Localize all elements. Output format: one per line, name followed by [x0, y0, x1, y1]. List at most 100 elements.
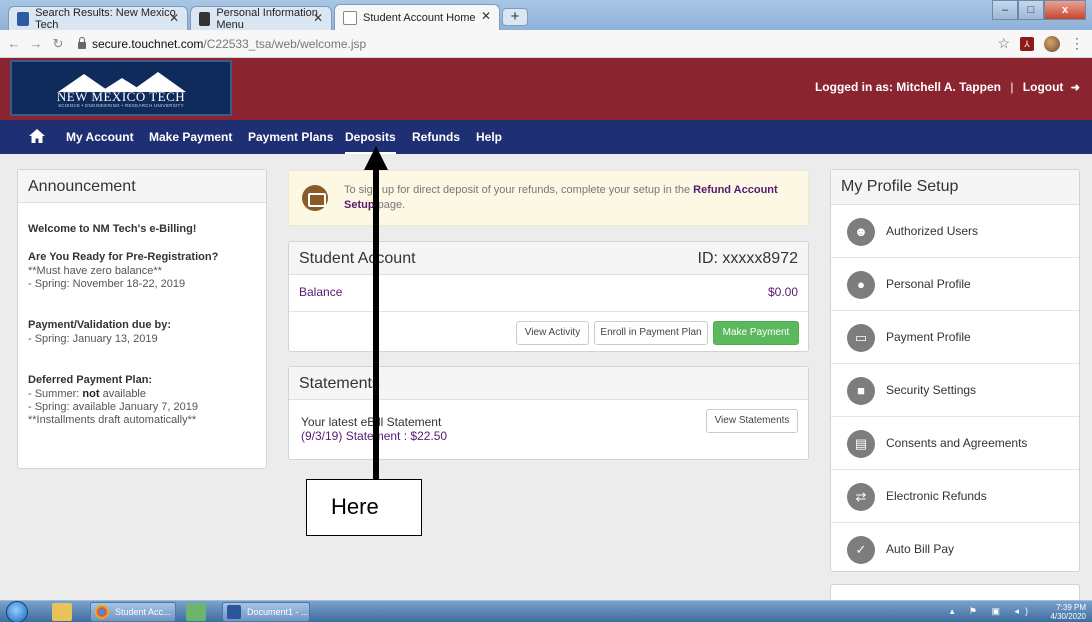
view-activity-button[interactable]: View Activity: [516, 321, 589, 345]
touchnet-favicon-icon: [343, 10, 357, 25]
nav-payment-plans[interactable]: Payment Plans: [248, 130, 333, 144]
lock-icon: ■: [847, 377, 875, 405]
close-tab-icon[interactable]: ✕: [313, 11, 323, 25]
announcement-title: Announcement: [18, 170, 266, 203]
new-tab-button[interactable]: +: [502, 8, 528, 26]
deferred-text: - Summer:: [28, 388, 83, 400]
system-clock[interactable]: 7:39 PM 4/30/2020: [1050, 603, 1086, 621]
deferred-line: - Spring: available January 7, 2019: [28, 401, 198, 413]
prereg-line: - Spring: November 18-22, 2019: [28, 278, 186, 290]
pdf-extension-icon[interactable]: ⅄: [1020, 36, 1034, 51]
main-navigation: My Account Make Payment Payment Plans De…: [0, 120, 1092, 154]
view-statements-button[interactable]: View Statements: [706, 409, 798, 433]
latest-statement-label: Your latest eBill Statement: [301, 415, 442, 429]
minimize-button[interactable]: –: [992, 0, 1018, 20]
site-header: NEW MEXICO TECH SCIENCE • ENGINEERING • …: [0, 58, 1092, 120]
student-account-panel: Student Account ID: xxxxx8972 Balance $0…: [288, 241, 809, 352]
deferred-text: available: [99, 388, 146, 400]
logout-icon[interactable]: ➜: [1071, 81, 1080, 94]
home-icon[interactable]: [29, 129, 45, 143]
deferred-heading: Deferred Payment Plan:: [28, 374, 153, 386]
network-app-icon[interactable]: [186, 603, 206, 621]
system-tray-icons[interactable]: ▴ ⚑ ▣ ◂): [950, 606, 1034, 617]
close-tab-icon[interactable]: ✕: [169, 11, 179, 25]
announcement-body: Welcome to NM Tech's e-Billing! Are You …: [18, 203, 266, 435]
lock-icon[interactable]: [78, 37, 86, 49]
profile-avatar-icon[interactable]: [1044, 35, 1060, 52]
word-icon: [227, 605, 241, 619]
clock-date: 4/30/2020: [1050, 612, 1086, 621]
tab-title: Personal Information Menu: [216, 6, 318, 31]
nmt-logo[interactable]: NEW MEXICO TECH SCIENCE • ENGINEERING • …: [10, 60, 232, 116]
tab-title: Student Account Home: [363, 11, 476, 24]
credit-card-icon: ▭: [847, 324, 875, 352]
maximize-button[interactable]: □: [1018, 0, 1044, 20]
logged-in-status: Logged in as: Mitchell A. Tappen | Logou…: [815, 80, 1080, 94]
deferred-line: **Installments draft automatically**: [28, 414, 197, 426]
url-field[interactable]: secure.touchnet.com/C22533_tsa/web/welco…: [92, 37, 366, 51]
browser-menu-icon[interactable]: ⋮: [1070, 35, 1084, 52]
reload-icon[interactable]: ↻: [50, 36, 66, 52]
profile-item-personal-profile[interactable]: ● Personal Profile: [831, 258, 1079, 311]
nmt-favicon-icon: [17, 11, 30, 26]
nav-make-payment[interactable]: Make Payment: [149, 130, 232, 144]
forward-arrow-icon[interactable]: →: [28, 36, 44, 51]
nav-help[interactable]: Help: [476, 130, 502, 144]
statements-title: Statements: [289, 367, 808, 400]
user-icon: ●: [847, 271, 875, 299]
profile-item-auto-bill-pay[interactable]: ✓ Auto Bill Pay: [831, 523, 1079, 576]
refund-setup-notice: To sign up for direct deposit of your re…: [288, 170, 809, 226]
tab-personal-info[interactable]: Personal Information Menu ✕: [190, 6, 332, 31]
payval-heading: Payment/Validation due by:: [28, 319, 172, 331]
balance-value: $0.00: [767, 285, 798, 299]
tab-student-account[interactable]: Student Account Home ✕: [334, 4, 500, 30]
profile-item-electronic-refunds[interactable]: ⇄ Electronic Refunds: [831, 470, 1079, 523]
student-id: ID: xxxxx8972: [697, 250, 798, 267]
clock-time: 7:39 PM: [1056, 603, 1086, 612]
profile-item-payment-profile[interactable]: ▭ Payment Profile: [831, 311, 1079, 364]
bookmark-star-icon[interactable]: ☆: [997, 35, 1010, 52]
profile-item-authorized-users[interactable]: ☻ Authorized Users: [831, 205, 1079, 258]
announcement-panel: Announcement Welcome to NM Tech's e-Bill…: [17, 169, 267, 469]
windows-taskbar: Student Acc... Document1 - ... ▴ ⚑ ▣ ◂) …: [0, 600, 1092, 622]
tab-search-results[interactable]: Search Results: New Mexico Tech ✕: [8, 6, 188, 31]
balance-label[interactable]: Balance: [299, 285, 342, 299]
balance-row: Balance $0.00: [289, 275, 808, 312]
notice-text-post: page.: [374, 199, 406, 211]
back-arrow-icon[interactable]: ←: [6, 36, 22, 51]
taskbar-chrome-button[interactable]: Student Acc...: [90, 602, 176, 622]
calendar-check-icon: ✓: [847, 536, 875, 564]
browser-tab-strip: Search Results: New Mexico Tech ✕ Person…: [0, 0, 1092, 31]
tab-title: Search Results: New Mexico Tech: [35, 6, 176, 31]
prereg-line: **Must have zero balance**: [28, 265, 162, 277]
close-tab-icon[interactable]: ✕: [481, 9, 491, 23]
close-window-button[interactable]: x: [1044, 0, 1086, 20]
enroll-payment-plan-button[interactable]: Enroll in Payment Plan: [594, 321, 708, 345]
prereg-heading: Are You Ready for Pre-Registration?: [28, 251, 219, 263]
profile-item-security-settings[interactable]: ■ Security Settings: [831, 364, 1079, 417]
nav-my-account[interactable]: My Account: [66, 130, 134, 144]
document-icon: ▤: [847, 430, 875, 458]
profile-item-label: Consents and Agreements: [886, 436, 1028, 450]
make-payment-button[interactable]: Make Payment: [713, 321, 799, 345]
nmt-favicon-icon: [199, 11, 211, 26]
taskbar-chrome-label: Student Acc...: [115, 607, 171, 617]
file-explorer-icon[interactable]: [52, 603, 72, 621]
deferred-bold: not: [82, 388, 100, 400]
start-button[interactable]: [6, 601, 28, 622]
annotation-arrow-head: [364, 146, 388, 170]
nav-deposits[interactable]: Deposits: [345, 130, 396, 154]
logout-link[interactable]: Logout: [1023, 80, 1064, 94]
annotation-arrow-shaft: [373, 158, 379, 480]
notice-text-pre: To sign up for direct deposit of your re…: [344, 184, 694, 196]
taskbar-word-button[interactable]: Document1 - ...: [222, 602, 310, 622]
url-host: secure.touchnet.com: [92, 36, 204, 51]
profile-item-consents[interactable]: ▤ Consents and Agreements: [831, 417, 1079, 470]
notice-text: To sign up for direct deposit of your re…: [344, 183, 784, 213]
window-controls: – □ x: [992, 0, 1086, 20]
nav-refunds[interactable]: Refunds: [412, 130, 460, 144]
refresh-icon: ⇄: [847, 483, 875, 511]
profile-item-label: Payment Profile: [886, 330, 971, 344]
header-separator: |: [1010, 80, 1014, 94]
address-bar: ← → ↻ secure.touchnet.com/C22533_tsa/web…: [0, 30, 1092, 58]
